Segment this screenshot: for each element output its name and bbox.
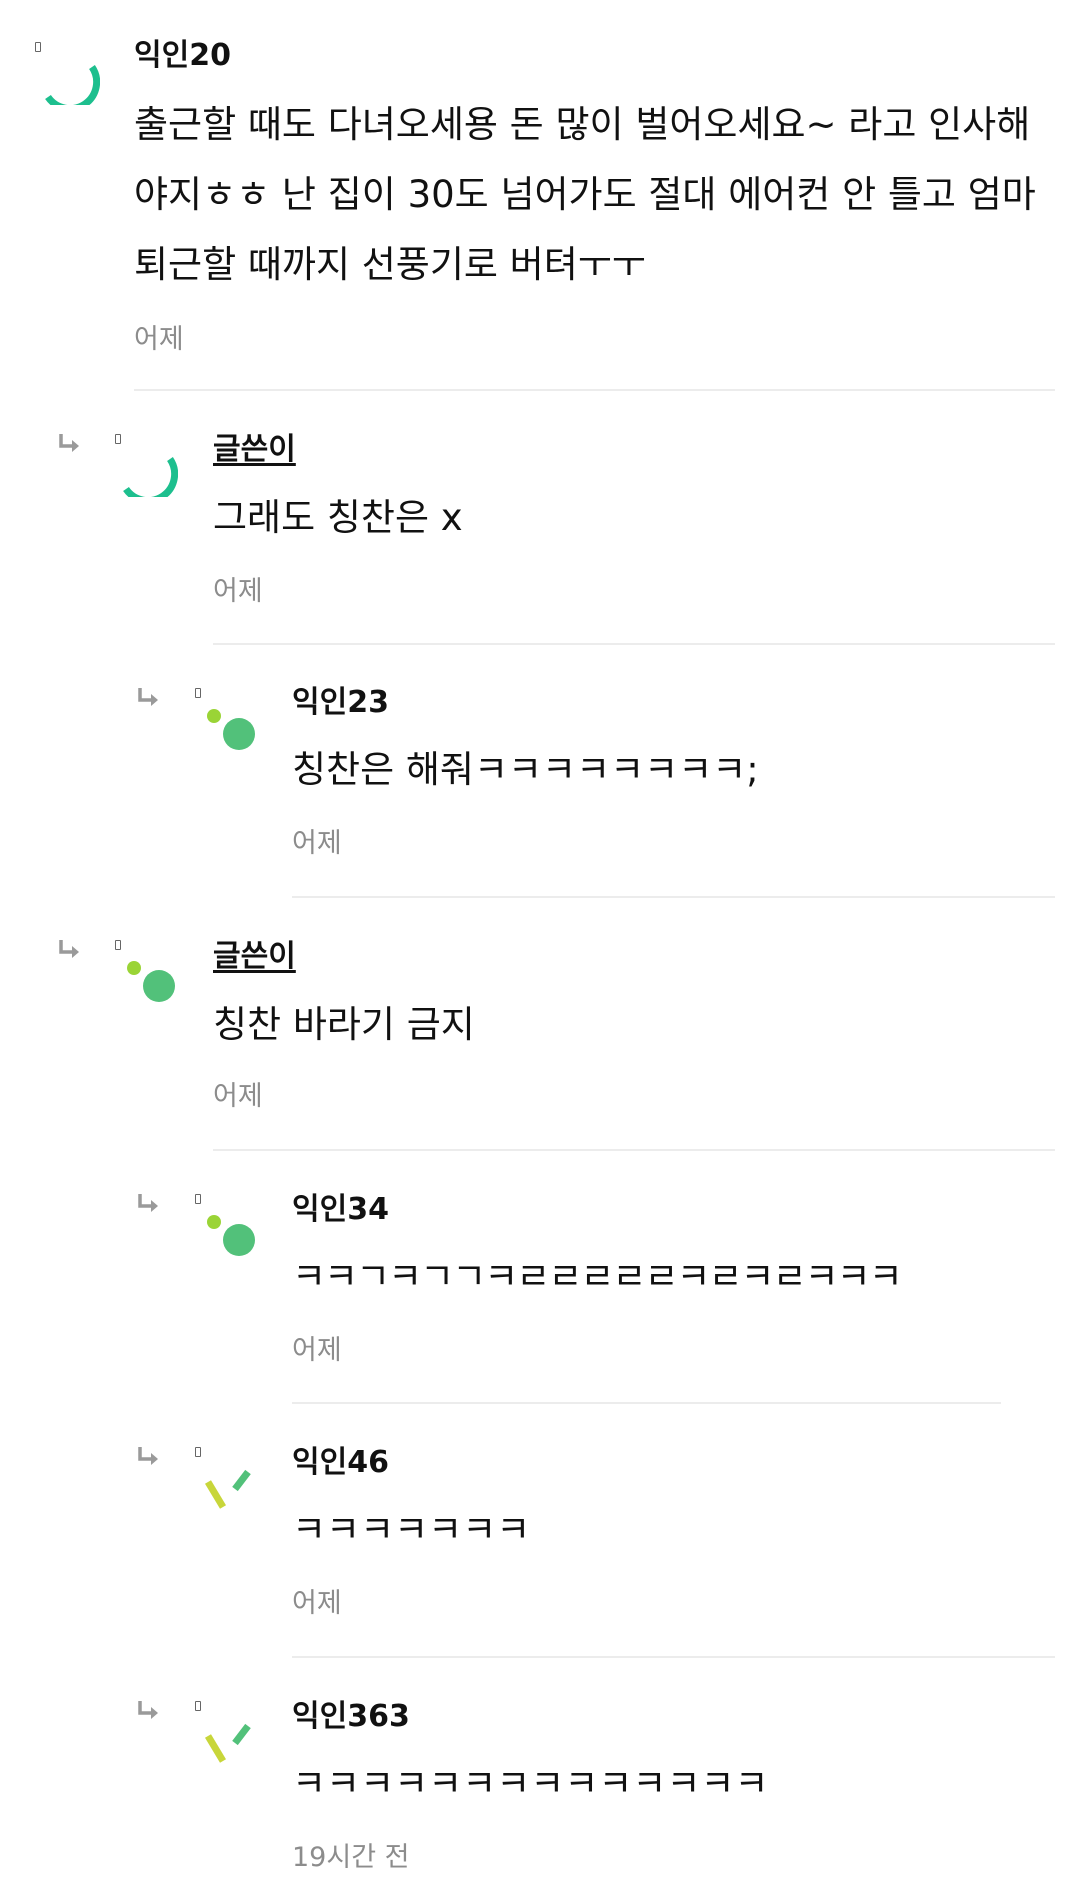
comment-author[interactable]: 익인23 (292, 683, 389, 723)
reply-arrow-icon (138, 1447, 158, 1465)
comment-text-line: 출근할 때도 다녀오세용 돈 많이 벌어오세요~ 라고 인사해 (134, 103, 1031, 146)
comment-timestamp: 19시간 전 (292, 1842, 410, 1873)
avatar-dashes-icon (204, 1469, 251, 1509)
reply-arrow-icon (138, 688, 158, 706)
comment-text: ㅋㅋㄱㅋㄱㄱㅋㄹㄹㄹㄹㄹㅋㄹㅋㄹㅋㅋㅋ (292, 1255, 903, 1298)
comment-text: ㅋㅋㅋㅋㅋㅋㅋㅋㅋㅋㅋㅋㅋㅋ (292, 1762, 769, 1805)
comment-text-line: 퇴근할 때까지 선풍기로 버텨ㅜㅜ (134, 243, 646, 286)
comment-text-line: 야지ㅎㅎ 난 집이 30도 넘어가도 절대 에어컨 안 틀고 엄마 (134, 173, 1036, 216)
avatar-arc-icon (123, 457, 178, 497)
comment-author[interactable]: 익인20 (134, 36, 231, 76)
divider (292, 1402, 1001, 1404)
comment-timestamp: 어제 (292, 828, 342, 859)
badge-icon (195, 1447, 201, 1457)
reply-arrow-icon (59, 434, 79, 452)
comment-timestamp: 어제 (134, 324, 184, 355)
avatar-dashes-icon (204, 1723, 251, 1763)
reply-arrow-icon (138, 1194, 158, 1212)
comment-text: 그래도 칭찬은 x (213, 496, 463, 539)
comment-text: 칭찬 바라기 금지 (213, 1003, 475, 1046)
comment-timestamp: 어제 (292, 1335, 342, 1366)
comment-text: 칭찬은 해줘ㅋㅋㅋㅋㅋㅋㅋㅋ; (292, 748, 759, 791)
comment-timestamp: 어제 (213, 576, 263, 607)
reply-arrow-icon (59, 940, 79, 958)
avatar-dots-icon (207, 1215, 255, 1256)
avatar-arc-icon (45, 65, 100, 105)
comment-author-op[interactable]: 글쓴이 (213, 430, 296, 470)
divider (134, 389, 1055, 391)
divider (213, 643, 1055, 645)
comment-timestamp: 어제 (292, 1588, 342, 1619)
avatar-dots-icon (207, 709, 255, 750)
comment-author[interactable]: 익인34 (292, 1190, 389, 1230)
divider (213, 1149, 1055, 1151)
badge-icon (195, 1701, 201, 1711)
comment-author-op[interactable]: 글쓴이 (213, 937, 296, 977)
comment-timestamp: 어제 (213, 1081, 263, 1112)
comment-author[interactable]: 익인46 (292, 1443, 389, 1483)
reply-arrow-icon (138, 1701, 158, 1719)
divider (292, 1656, 1055, 1658)
divider (292, 896, 1055, 898)
avatar-dots-icon (127, 961, 175, 1002)
comment-author[interactable]: 익인363 (292, 1697, 410, 1737)
comment-text: ㅋㅋㅋㅋㅋㅋㅋ (292, 1508, 531, 1551)
